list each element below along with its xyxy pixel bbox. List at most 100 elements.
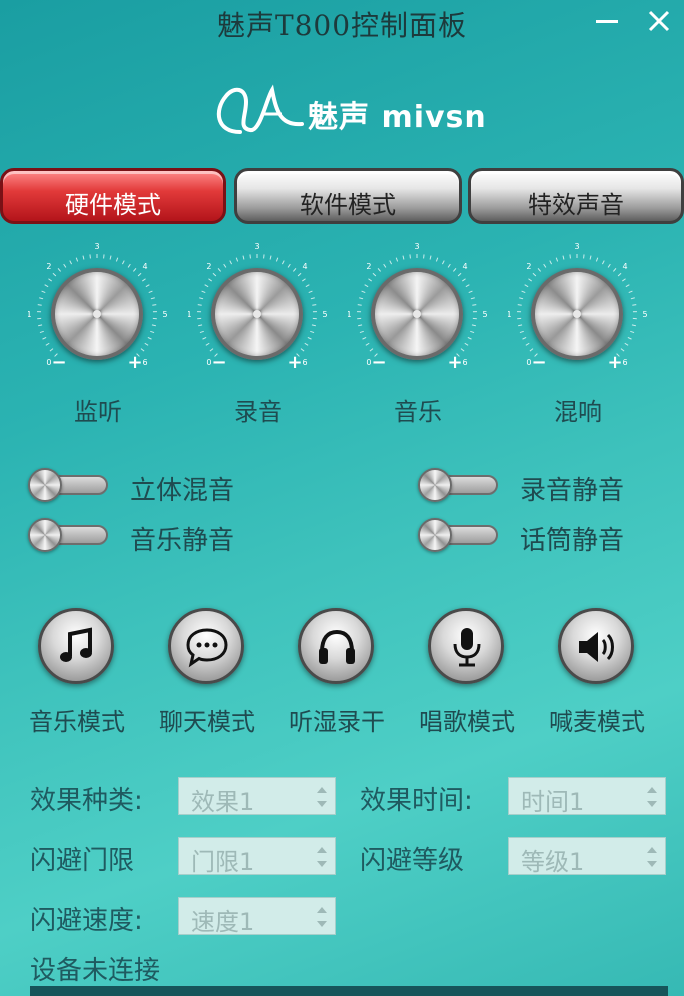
knob-tick <box>115 257 119 262</box>
knob-tick <box>212 272 217 277</box>
knob-tick <box>150 330 155 334</box>
shout-mode-button[interactable] <box>558 608 634 684</box>
knob-tick <box>198 324 203 327</box>
tab-label: 硬件模式 <box>65 191 161 219</box>
toggle-thumb <box>28 518 62 552</box>
spin-arrows-icon <box>317 786 327 808</box>
knob-tick <box>620 348 625 352</box>
select-value: 时间1 <box>521 788 585 816</box>
knob-tick <box>617 272 622 277</box>
mic-mute-label: 话筒静音 <box>520 526 625 556</box>
music-mute-toggle[interactable] <box>28 518 108 552</box>
knob-tick <box>522 336 527 340</box>
toggle-thumb <box>418 518 452 552</box>
knob-tick <box>472 304 477 306</box>
ducking-threshold-select[interactable]: 门限1 <box>178 837 336 876</box>
connection-status: 设备未连接 <box>30 956 161 986</box>
knob-scale-number: 2 <box>206 262 211 271</box>
knob-tick <box>383 263 387 268</box>
effect-time-select[interactable]: 时间1 <box>508 777 666 816</box>
ducking-speed-select[interactable]: 速度1 <box>178 897 336 936</box>
knob-tick <box>452 268 457 272</box>
chat-mode-button[interactable] <box>168 608 244 684</box>
spin-arrows-icon <box>647 786 657 808</box>
select-value: 等级1 <box>521 848 585 876</box>
knob-tick <box>395 257 399 262</box>
music-knob-label: 音乐 <box>394 398 442 426</box>
knob-tick <box>205 342 210 346</box>
knob-tick <box>470 330 475 334</box>
music-mute-label: 音乐静音 <box>130 526 235 556</box>
minimize-button[interactable] <box>590 6 624 36</box>
knob-tick <box>359 297 364 300</box>
knob-tick <box>517 304 522 306</box>
knob-tick <box>204 284 209 288</box>
effect-type-select[interactable]: 效果1 <box>178 777 336 816</box>
knob-tick <box>525 342 530 346</box>
tab-hardware-mode[interactable]: 硬件模式 <box>0 168 226 224</box>
knob-tick <box>377 268 382 272</box>
knob-tick <box>41 290 46 294</box>
record-mute-label: 录音静音 <box>520 476 625 506</box>
knob-tick <box>144 342 149 346</box>
knob-tick <box>145 284 150 288</box>
knob-tick <box>441 260 445 265</box>
ducking-level-select[interactable]: 等级1 <box>508 837 666 876</box>
knob-tick <box>607 263 611 268</box>
knob-tick <box>150 297 155 300</box>
knob-scale-number: 3 <box>254 242 259 251</box>
knob-tick <box>631 324 636 327</box>
knob-tick <box>519 297 524 300</box>
knob-minus-sign: − <box>51 352 66 373</box>
tab-effect-sound[interactable]: 特效声音 <box>468 168 684 224</box>
toggle-thumb <box>418 468 452 502</box>
knob-tick <box>310 330 315 334</box>
knob-tick <box>37 304 42 306</box>
knob-scale-number: 1 <box>28 310 32 319</box>
knob-tick <box>223 263 227 268</box>
knob-tick <box>148 290 153 294</box>
knob-tick <box>365 342 370 346</box>
knob-tick <box>69 260 73 265</box>
knob-tick <box>555 257 559 262</box>
knob-tick <box>307 336 312 340</box>
music-note-icon <box>60 627 92 662</box>
knob-tick <box>217 268 222 272</box>
tab-software-mode[interactable]: 软件模式 <box>234 168 462 224</box>
knob-tick <box>364 284 369 288</box>
knob-tick <box>39 297 44 300</box>
knob-tick <box>209 348 214 352</box>
monitor-knob-group: 0 1 2 3 4 5 6− + <box>28 240 168 380</box>
record-mute-toggle[interactable] <box>418 468 498 502</box>
knob-tick <box>132 268 137 272</box>
music-mode-button[interactable] <box>38 608 114 684</box>
knob-tick <box>429 255 432 260</box>
headphones-icon <box>319 629 355 664</box>
select-value: 门限1 <box>191 848 255 876</box>
record-knob[interactable] <box>211 268 303 360</box>
knob-tick <box>362 336 367 340</box>
knob-scale-number: 6 <box>143 358 148 367</box>
monitor-wet-record-dry-button[interactable] <box>298 608 374 684</box>
knob-tick <box>202 336 207 340</box>
knob-tick <box>269 255 272 260</box>
stereo-mix-toggle[interactable] <box>28 468 108 502</box>
music-knob[interactable] <box>371 268 463 360</box>
knob-tick <box>465 284 470 288</box>
reverb-knob-label: 混响 <box>554 398 602 426</box>
close-button[interactable] <box>642 6 676 36</box>
effect-type-label: 效果种类: <box>30 786 143 816</box>
sing-mode-label: 唱歌模式 <box>419 708 515 736</box>
reverb-knob[interactable] <box>531 268 623 360</box>
knob-scale-number: 6 <box>623 358 628 367</box>
knob-tick <box>524 284 529 288</box>
knob-tick <box>435 257 439 262</box>
speaker-icon <box>579 632 614 662</box>
knob-scale-number: 4 <box>623 262 628 271</box>
monitor-knob[interactable] <box>51 268 143 360</box>
reverb-knob-group: 0 1 2 3 4 5 6− + <box>508 240 648 380</box>
record-knob-group: 0 1 2 3 4 5 6− + <box>188 240 328 380</box>
mic-mute-toggle[interactable] <box>418 518 498 552</box>
sing-mode-button[interactable] <box>428 608 504 684</box>
knob-tick <box>297 272 302 277</box>
